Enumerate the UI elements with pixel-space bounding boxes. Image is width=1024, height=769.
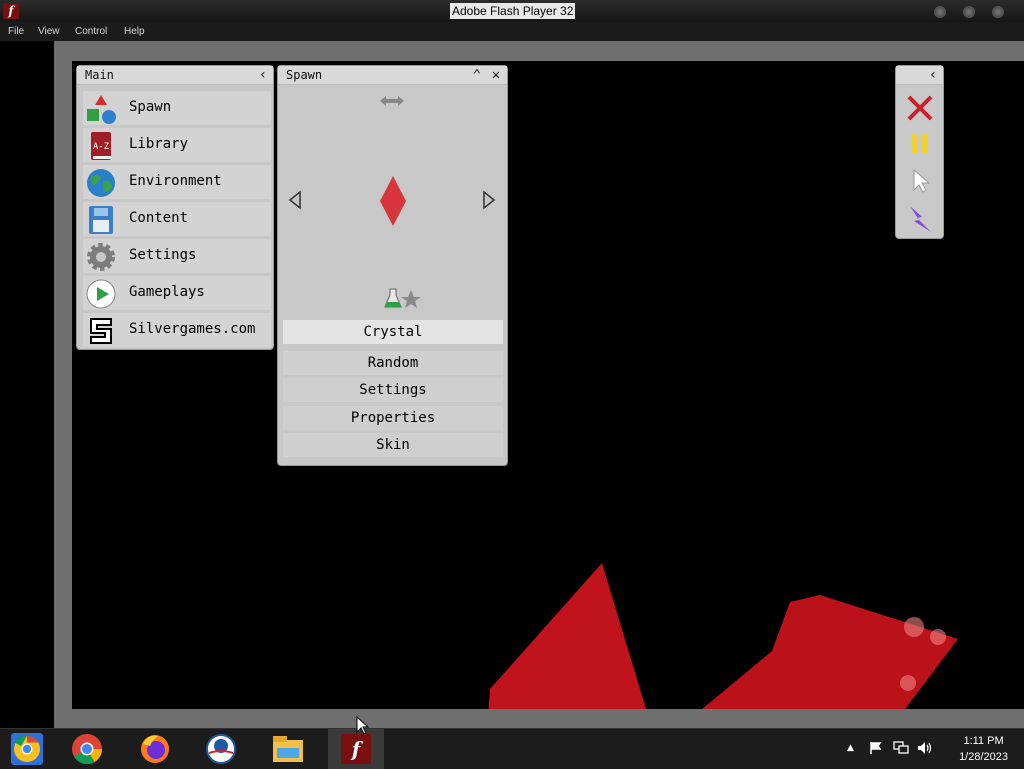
menu-item-label: Environment	[129, 173, 222, 189]
book-icon: A-Z	[91, 132, 111, 160]
menu-item-label: Content	[129, 210, 189, 226]
previous-arrow-icon[interactable]	[286, 190, 304, 210]
main-panel: Main ‹ Spawn A-Z Library Environment Con…	[76, 65, 274, 350]
main-panel-title: Main	[85, 68, 114, 82]
firefox-icon[interactable]	[138, 732, 172, 766]
menu-item-label: Silvergames.com	[129, 321, 256, 337]
properties-button[interactable]: Properties	[283, 406, 503, 430]
floppy-disk-icon	[89, 206, 113, 234]
red-shard-1	[488, 563, 646, 709]
pink-sparkle-1	[904, 617, 924, 637]
stage-frame-bottom	[54, 709, 1024, 729]
collapse-left-icon[interactable]: ‹	[255, 67, 271, 83]
menu-item-environment[interactable]: Environment	[83, 165, 271, 199]
menu-item-silvergames[interactable]: Silvergames.com	[83, 313, 271, 347]
menu-view[interactable]: View	[38, 26, 60, 37]
menu-item-label: Settings	[129, 247, 197, 263]
menu-item-gameplays[interactable]: Gameplays	[83, 276, 271, 310]
taskbar: f ▲ 1:11 PM 1/28/2023	[0, 728, 1024, 769]
menu-item-label: Gameplays	[129, 284, 205, 300]
menu-item-content[interactable]: Content	[83, 202, 271, 236]
chrome-icon[interactable]	[70, 732, 104, 766]
resize-arrows-icon[interactable]	[378, 94, 406, 108]
obama-logo-icon[interactable]	[204, 732, 238, 766]
chrome-beta-icon[interactable]	[10, 732, 44, 766]
next-arrow-icon[interactable]	[480, 190, 498, 210]
volume-icon[interactable]	[917, 741, 933, 755]
menu-item-spawn[interactable]: Spawn	[83, 91, 271, 125]
play-icon	[86, 279, 116, 309]
collapse-left-icon[interactable]: ‹	[925, 67, 941, 83]
lightning-icon[interactable]	[906, 204, 934, 234]
file-explorer-icon[interactable]	[271, 732, 305, 766]
minimize-button[interactable]	[934, 6, 946, 18]
chevron-up-icon[interactable]: ⌃	[469, 67, 485, 83]
spawn-panel-title: Spawn	[286, 68, 323, 82]
window-title: Adobe Flash Player 32	[450, 3, 576, 19]
flash-app-icon: f	[3, 3, 19, 19]
globe-icon	[87, 169, 115, 197]
network-icon[interactable]	[893, 741, 909, 755]
clock-date: 1/28/2023	[959, 751, 1008, 763]
action-center-flag-icon[interactable]	[869, 741, 883, 755]
spawn-selected-item[interactable]: Crystal	[283, 320, 503, 344]
pink-sparkle-3	[900, 675, 916, 691]
close-window-button[interactable]	[992, 6, 1004, 18]
menu-item-label: Spawn	[129, 99, 172, 115]
menu-control[interactable]: Control	[75, 26, 107, 37]
pink-sparkle-2	[930, 629, 946, 645]
skin-button[interactable]: Skin	[283, 433, 503, 457]
random-button[interactable]: Random	[283, 351, 503, 375]
stage-frame-left	[54, 41, 72, 729]
gear-icon	[87, 243, 115, 271]
pointer-cursor-icon[interactable]	[910, 168, 932, 194]
window-titlebar: f Adobe Flash Player 32	[0, 0, 1024, 22]
spawn-panel-header: Spawn ⌃ ✕	[278, 66, 507, 85]
clock-time: 1:11 PM	[963, 735, 1004, 747]
svg-text:A-Z: A-Z	[93, 142, 110, 152]
menubar: File View Control Help	[0, 22, 1024, 41]
crystal-preview	[380, 176, 406, 226]
delete-x-icon[interactable]	[906, 94, 934, 122]
flask-star-icon[interactable]	[384, 287, 424, 311]
tray-expand-icon[interactable]: ▲	[847, 743, 854, 753]
mouse-cursor	[356, 716, 370, 735]
main-panel-header: Main ‹	[77, 66, 273, 85]
menu-item-settings[interactable]: Settings	[83, 239, 271, 273]
shapes-icon	[87, 95, 116, 124]
close-icon[interactable]: ✕	[488, 67, 504, 83]
menu-file[interactable]: File	[8, 26, 24, 37]
spawn-panel: Spawn ⌃ ✕ Crystal Random Settings Proper…	[277, 65, 508, 466]
tools-panel: ‹	[895, 65, 944, 239]
menu-item-library[interactable]: A-Z Library	[83, 128, 271, 162]
stage-frame-top	[54, 41, 1024, 62]
menu-help[interactable]: Help	[124, 26, 145, 37]
system-clock[interactable]: 1:11 PM 1/28/2023	[959, 733, 1008, 765]
flash-player-icon: f	[341, 734, 371, 764]
red-shard-2	[702, 595, 958, 709]
pause-icon[interactable]	[908, 132, 932, 156]
silvergames-logo-icon	[90, 318, 112, 344]
maximize-button[interactable]	[963, 6, 975, 18]
spawn-settings-button[interactable]: Settings	[283, 378, 503, 402]
menu-item-label: Library	[129, 136, 189, 152]
tools-panel-header: ‹	[896, 66, 943, 85]
